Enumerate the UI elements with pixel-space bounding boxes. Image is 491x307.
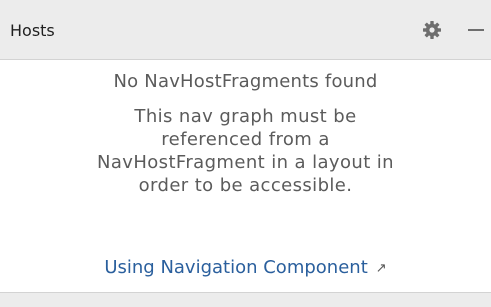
message-line: This nav graph must be — [134, 106, 357, 127]
panel-title: Hosts — [10, 21, 55, 40]
empty-state-title: No NavHostFragments found — [113, 71, 378, 92]
message-line: order to be accessible. — [138, 175, 353, 196]
hide-icon[interactable] — [466, 20, 486, 40]
message-line: NavHostFragment in a layout in — [96, 152, 394, 173]
gear-icon[interactable] — [422, 20, 442, 40]
hosts-panel: Hosts No NavHostFragments found This nav… — [0, 0, 491, 307]
link-label[interactable]: Using Navigation Component — [104, 257, 367, 278]
external-link-arrow-icon: ↗ — [375, 261, 387, 276]
panel-header: Hosts — [0, 0, 491, 60]
navigation-component-link[interactable]: Using Navigation Component ↗ — [0, 256, 491, 281]
empty-state-message: This nav graph must be referenced from a… — [40, 105, 451, 197]
empty-state: No NavHostFragments found This nav graph… — [0, 60, 491, 292]
message-line: referenced from a — [161, 129, 330, 150]
panel-footer — [0, 292, 491, 307]
